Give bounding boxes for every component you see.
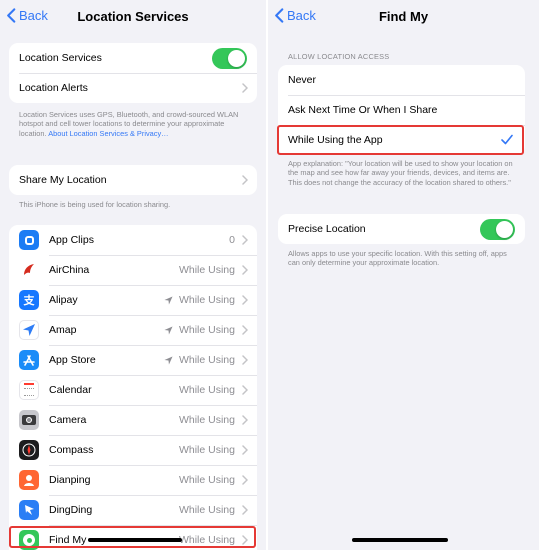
app-name: App Clips xyxy=(49,234,94,246)
app-name: DingDing xyxy=(49,504,93,516)
location-arrow-icon xyxy=(164,355,173,365)
app-value: While Using xyxy=(178,444,235,456)
chevron-right-icon xyxy=(242,175,248,185)
app-name: App Store xyxy=(49,354,96,366)
chevron-right-icon xyxy=(242,475,248,485)
app-row[interactable]: Amap While Using xyxy=(9,315,257,345)
app-value: While Using xyxy=(164,324,235,336)
app-row[interactable]: AirChina While Using xyxy=(9,255,257,285)
share-my-location-row[interactable]: Share My Location xyxy=(9,165,257,195)
app-value: While Using xyxy=(178,414,235,426)
app-name: Alipay xyxy=(49,294,78,306)
share-location-group: Share My Location xyxy=(9,165,257,195)
location-settings-group: Location Services Location Alerts xyxy=(9,43,257,103)
app-row[interactable]: DingDing While Using xyxy=(9,495,257,525)
app-value: While Using xyxy=(178,474,235,486)
location-services-label: Location Services xyxy=(19,52,102,64)
dianping-icon xyxy=(19,470,39,490)
option-never[interactable]: Never xyxy=(278,65,525,95)
apps-list: App Clips 0 AirChina While Using 支 Alipa… xyxy=(9,225,257,550)
precise-location-label: Precise Location xyxy=(288,223,366,235)
app-value: 0 xyxy=(229,234,235,246)
app-name: Dianping xyxy=(49,474,91,486)
chevron-right-icon xyxy=(242,235,248,245)
back-button[interactable]: Back xyxy=(274,8,316,23)
camera-icon xyxy=(19,410,39,430)
location-services-footer: Location Services uses GPS, Bluetooth, a… xyxy=(19,110,252,138)
app-name: Compass xyxy=(49,444,94,456)
alipay-icon: 支 xyxy=(19,290,39,310)
chevron-right-icon xyxy=(242,385,248,395)
location-services-row: Location Services xyxy=(9,43,257,73)
app-value: While Using xyxy=(178,504,235,516)
share-my-location-label: Share My Location xyxy=(19,174,107,186)
find-my-screen: Back Find My ALLOW LOCATION ACCESS Never… xyxy=(268,0,539,550)
app-row[interactable]: Calendar While Using xyxy=(9,375,257,405)
location-services-screen: Back Location Services Location Services… xyxy=(0,0,266,550)
app-value: While Using xyxy=(164,294,235,306)
app-store-icon xyxy=(19,350,39,370)
option-label: While Using the App xyxy=(288,134,383,146)
about-location-privacy-link[interactable]: About Location Services & Privacy… xyxy=(48,129,168,138)
chevron-right-icon xyxy=(242,535,248,545)
location-alerts-label: Location Alerts xyxy=(19,82,88,94)
back-label: Back xyxy=(287,8,316,23)
amap-icon xyxy=(19,320,39,340)
precise-location-group: Precise Location xyxy=(278,214,525,244)
home-indicator[interactable] xyxy=(352,538,448,542)
app-clips-icon xyxy=(19,230,39,250)
chevron-right-icon xyxy=(242,325,248,335)
chevron-left-icon xyxy=(275,8,284,23)
compass-icon xyxy=(19,440,39,460)
navigation-bar: Back Location Services xyxy=(0,0,266,34)
app-name: Calendar xyxy=(49,384,92,396)
option-label: Ask Next Time Or When I Share xyxy=(288,104,438,116)
find-my-icon xyxy=(19,530,39,550)
option-label: Never xyxy=(288,74,317,86)
dingding-icon xyxy=(19,500,39,520)
app-row[interactable]: Compass While Using xyxy=(9,435,257,465)
precise-location-footer: Allows apps to use your specific locatio… xyxy=(288,249,507,268)
navigation-bar: Back Find My xyxy=(268,0,539,34)
section-header: ALLOW LOCATION ACCESS xyxy=(288,52,390,61)
chevron-right-icon xyxy=(242,265,248,275)
location-arrow-icon xyxy=(164,295,173,305)
app-value: While Using xyxy=(178,384,235,396)
app-value: While Using xyxy=(178,264,235,276)
location-alerts-row[interactable]: Location Alerts xyxy=(9,73,257,103)
precise-location-row: Precise Location xyxy=(278,214,525,244)
share-location-footer: This iPhone is being used for location s… xyxy=(19,200,171,209)
airchina-icon xyxy=(19,260,39,280)
location-services-toggle[interactable] xyxy=(212,48,247,69)
app-row[interactable]: Dianping While Using xyxy=(9,465,257,495)
chevron-left-icon xyxy=(7,8,16,23)
chevron-right-icon xyxy=(242,415,248,425)
checkmark-icon xyxy=(501,134,513,145)
app-name: Find My xyxy=(49,534,87,546)
back-button[interactable]: Back xyxy=(6,8,48,23)
app-row[interactable]: 支 Alipay While Using xyxy=(9,285,257,315)
app-row[interactable]: App Store While Using xyxy=(9,345,257,375)
chevron-right-icon xyxy=(242,505,248,515)
chevron-right-icon xyxy=(242,83,248,93)
option-ask-next-time[interactable]: Ask Next Time Or When I Share xyxy=(278,95,525,125)
app-explanation: App explanation: "Your location will be … xyxy=(288,159,513,187)
location-arrow-icon xyxy=(164,325,173,335)
precise-location-toggle[interactable] xyxy=(480,219,515,240)
chevron-right-icon xyxy=(242,355,248,365)
home-indicator[interactable] xyxy=(88,538,182,542)
app-name: Amap xyxy=(49,324,77,336)
app-row[interactable]: Camera While Using xyxy=(9,405,257,435)
option-while-using[interactable]: While Using the App xyxy=(278,125,525,155)
app-value: While Using xyxy=(164,354,235,366)
location-access-options: Never Ask Next Time Or When I Share Whil… xyxy=(278,65,525,155)
app-name: Camera xyxy=(49,414,87,426)
app-name: AirChina xyxy=(49,264,90,276)
chevron-right-icon xyxy=(242,295,248,305)
app-value: While Using xyxy=(178,534,235,546)
back-label: Back xyxy=(19,8,48,23)
calendar-icon xyxy=(19,380,39,400)
app-row[interactable]: App Clips 0 xyxy=(9,225,257,255)
chevron-right-icon xyxy=(242,445,248,455)
